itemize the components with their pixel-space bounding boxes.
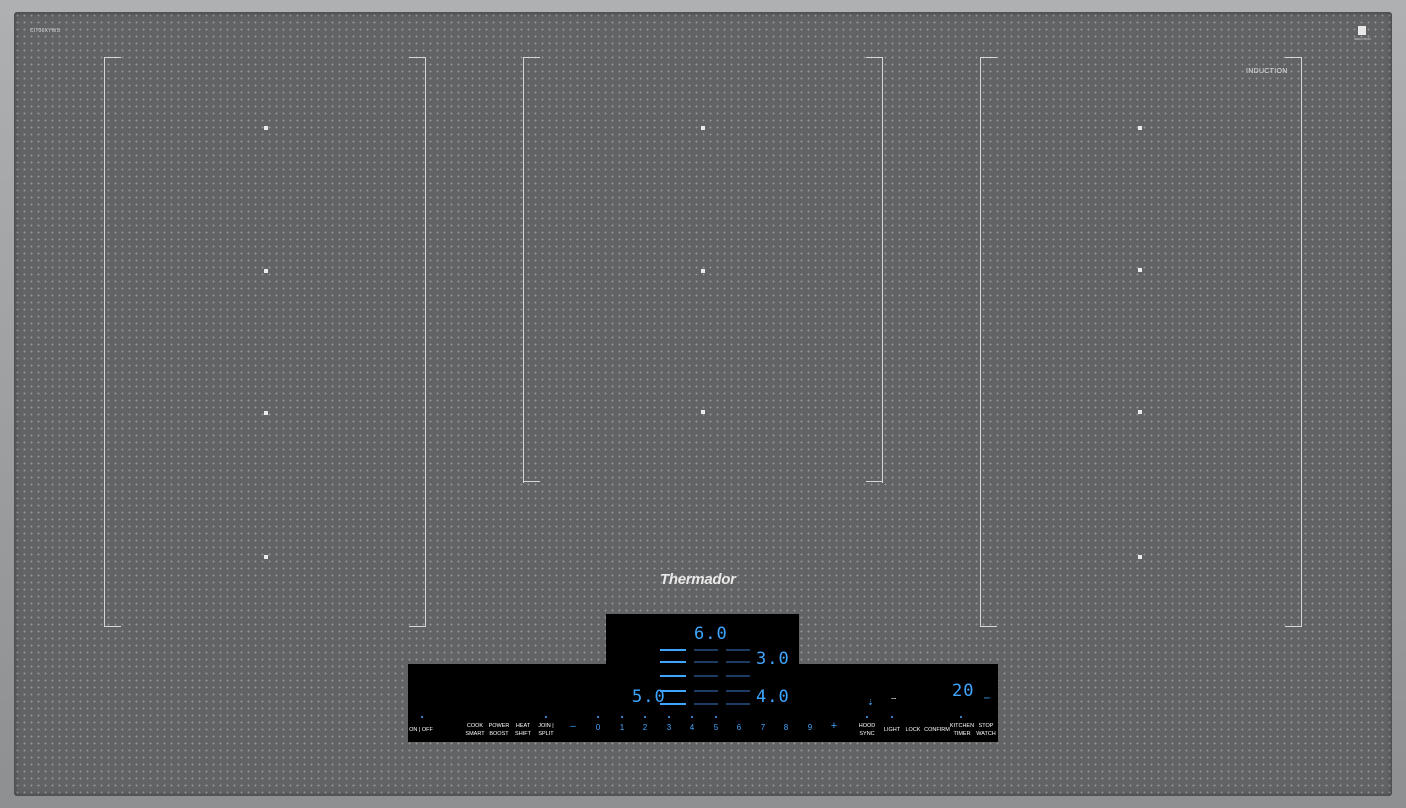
level-led (668, 716, 670, 718)
lock-button[interactable]: LOCK (902, 726, 924, 734)
level-led (597, 716, 599, 718)
light-led (891, 716, 893, 718)
level-9-button[interactable]: 9 (805, 723, 815, 732)
timer-display: 20 (952, 681, 975, 701)
zone-marker (701, 269, 705, 273)
join-split-button[interactable]: JOIN | SPLIT (533, 722, 559, 738)
cooking-zone-center[interactable] (523, 57, 883, 483)
hood-sync-icon: ⇣ (867, 698, 874, 707)
zone-indicator-bar (726, 649, 750, 651)
zone-marker (701, 126, 705, 130)
wifi-icon: ⌔ (890, 696, 898, 705)
zone-indicator-bar (694, 661, 718, 663)
zone-indicator-bar (726, 703, 750, 705)
level-5-button[interactable]: 5 (711, 723, 721, 732)
power-boost-button[interactable]: POWER BOOST (486, 722, 512, 738)
join-split-led (545, 716, 547, 718)
timer-unit: min (984, 695, 991, 700)
zone-indicator-bar (694, 649, 718, 651)
hood-sync-button[interactable]: HOOD SYNC (854, 722, 880, 738)
zone-indicator-bar (660, 649, 686, 651)
level-led (621, 716, 623, 718)
level-8-button[interactable]: 8 (781, 723, 791, 732)
level-4-button[interactable]: 4 (687, 723, 697, 732)
zone-marker (1138, 268, 1142, 272)
zone-marker (264, 411, 268, 415)
zone-marker (1138, 410, 1142, 414)
cooktop-frame: CIT36XYWS INDUCTION INDUCTION Thermador … (0, 0, 1406, 808)
zone-indicator-bar (660, 703, 686, 705)
hood-sync-led (866, 716, 868, 718)
on-off-led (421, 716, 423, 718)
model-label: CIT36XYWS (30, 28, 61, 34)
level-led (691, 716, 693, 718)
level-0-button[interactable]: 0 (593, 723, 603, 732)
zone-indicator-bar (726, 690, 750, 692)
brand-logo: Thermador (660, 571, 736, 588)
cooking-zone-left[interactable] (104, 57, 426, 627)
level-led (644, 716, 646, 718)
zone-indicator-bar (660, 690, 686, 692)
kitchen-timer-led (960, 716, 962, 718)
zone-marker (264, 126, 268, 130)
cert-logo-icon (1358, 26, 1366, 35)
zone-marker (701, 410, 705, 414)
zone-marker (264, 269, 268, 273)
light-button[interactable]: LIGHT (880, 726, 904, 734)
cooking-zone-right[interactable] (980, 57, 1302, 627)
zone-indicator-bar (694, 703, 718, 705)
level-2-button[interactable]: 2 (640, 723, 650, 732)
zone-indicator-bar (726, 661, 750, 663)
certification-mark: INDUCTION (1354, 26, 1371, 41)
on-off-button[interactable]: ON | OFF (406, 726, 436, 734)
zone-indicator-bar (660, 661, 686, 663)
zone-indicator-bar (694, 675, 718, 677)
zone-indicator-bar (694, 690, 718, 692)
level-7-button[interactable]: 7 (758, 723, 768, 732)
zone-indicator-bar (726, 675, 750, 677)
cook-smart-button[interactable]: COOK SMART (462, 722, 488, 738)
level-minus-button[interactable]: – (568, 721, 578, 732)
zone-right-upper-level: 3.0 (756, 649, 790, 669)
level-plus-button[interactable]: + (829, 720, 839, 732)
level-1-button[interactable]: 1 (617, 723, 627, 732)
zone-marker (264, 555, 268, 559)
zone-marker (1138, 126, 1142, 130)
level-3-button[interactable]: 3 (664, 723, 674, 732)
cert-label: INDUCTION (1354, 37, 1371, 41)
zone-top-level: 6.0 (694, 624, 728, 644)
zone-right-lower-level: 4.0 (756, 687, 790, 707)
zone-indicator-bar (660, 675, 686, 677)
level-6-button[interactable]: 6 (734, 723, 744, 732)
zone-marker (1138, 555, 1142, 559)
level-led (715, 716, 717, 718)
stop-watch-button[interactable]: STOP WATCH (972, 722, 1000, 738)
cooktop-glass: CIT36XYWS INDUCTION INDUCTION Thermador … (14, 12, 1392, 796)
